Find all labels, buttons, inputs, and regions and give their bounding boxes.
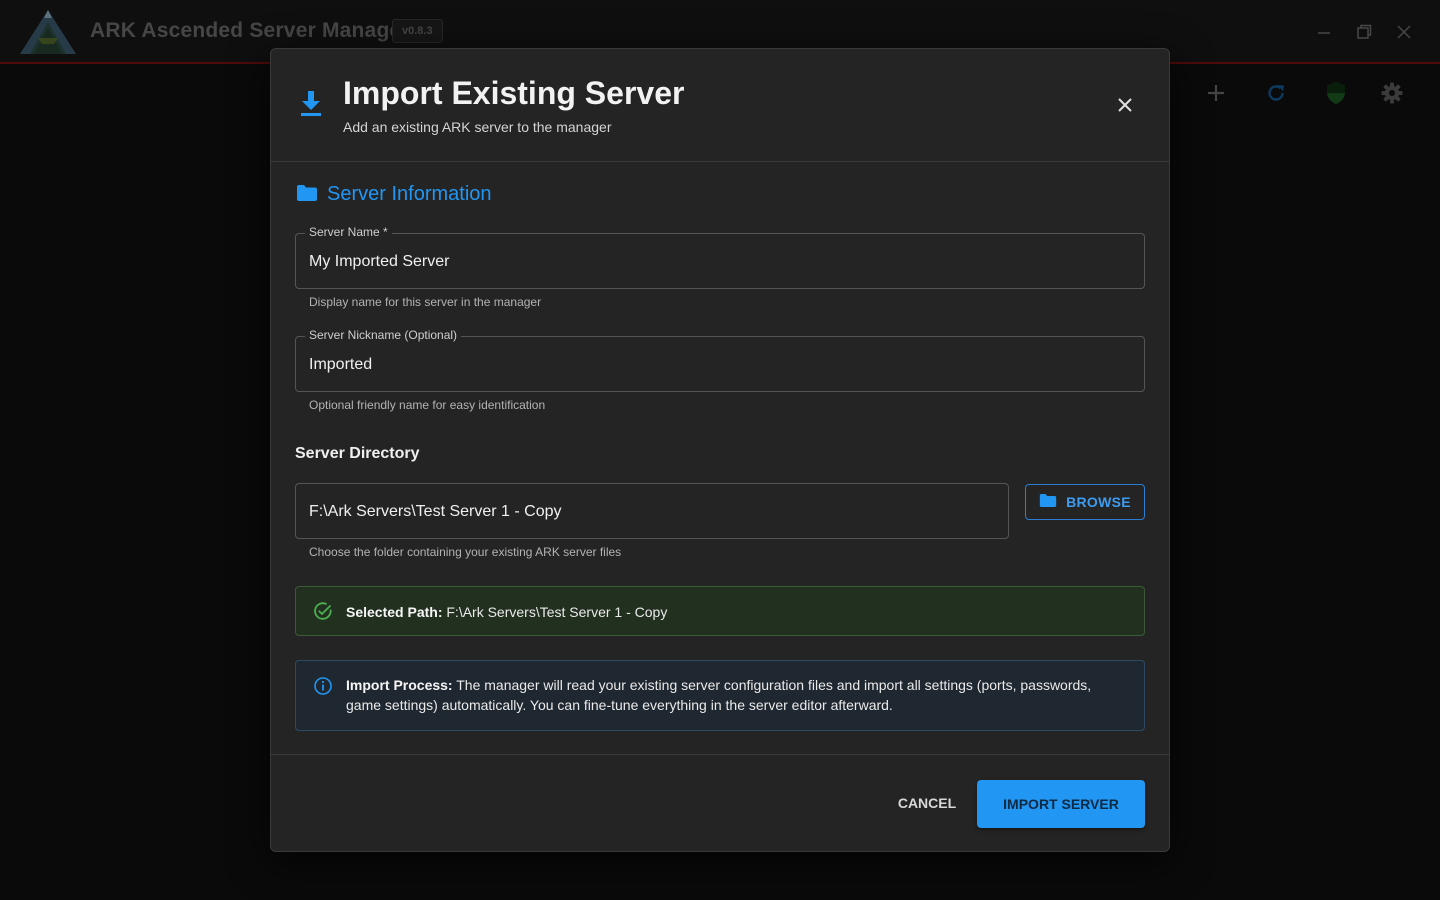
dialog-title: Import Existing Server: [343, 75, 685, 111]
server-name-helper: Display name for this server in the mana…: [309, 295, 542, 309]
server-directory-helper: Choose the folder containing your existi…: [309, 545, 622, 559]
selected-path-label: Selected Path:: [346, 604, 443, 620]
server-nickname-helper: Optional friendly name for easy identifi…: [309, 398, 546, 412]
server-name-field[interactable]: Server Name * My Imported Server: [295, 225, 1145, 289]
dialog-subtitle: Add an existing ARK server to the manage…: [343, 119, 612, 135]
selected-path-text: Selected Path: F:\Ark Servers\Test Serve…: [346, 602, 1126, 622]
import-info-body: The manager will read your existing serv…: [346, 677, 1092, 713]
section-title: Server Information: [327, 183, 492, 205]
dialog-header: Import Existing Server Add an existing A…: [271, 49, 1169, 162]
folder-icon: [296, 184, 318, 202]
server-directory-heading: Server Directory: [295, 445, 420, 462]
info-icon: [313, 676, 333, 696]
download-icon: [299, 89, 323, 117]
server-directory-field[interactable]: F:\Ark Servers\Test Server 1 - Copy: [295, 483, 1009, 539]
server-nickname-field[interactable]: Server Nickname (Optional) Imported: [295, 328, 1145, 392]
server-nickname-value: Imported: [309, 356, 373, 373]
cancel-button[interactable]: CANCEL: [889, 789, 965, 817]
browse-button[interactable]: BROWSE: [1025, 484, 1145, 520]
close-icon[interactable]: [1113, 93, 1137, 117]
folder-icon: [1039, 493, 1057, 511]
server-name-value: My Imported Server: [309, 253, 450, 270]
browse-label: BROWSE: [1066, 494, 1131, 510]
server-directory-value: F:\Ark Servers\Test Server 1 - Copy: [309, 503, 562, 520]
server-name-label: Server Name *: [305, 225, 392, 239]
check-circle-icon: [313, 601, 333, 621]
dialog-footer: CANCEL IMPORT SERVER: [271, 754, 1169, 852]
import-server-button[interactable]: IMPORT SERVER: [977, 780, 1145, 828]
import-info-text: Import Process: The manager will read yo…: [346, 675, 1126, 715]
import-info-label: Import Process:: [346, 677, 453, 693]
selected-path-value: F:\Ark Servers\Test Server 1 - Copy: [446, 604, 668, 620]
server-nickname-label: Server Nickname (Optional): [305, 328, 462, 342]
import-server-dialog: Import Existing Server Add an existing A…: [270, 48, 1170, 852]
selected-path-alert: Selected Path: F:\Ark Servers\Test Serve…: [295, 586, 1145, 636]
import-info-alert: Import Process: The manager will read yo…: [295, 660, 1145, 731]
